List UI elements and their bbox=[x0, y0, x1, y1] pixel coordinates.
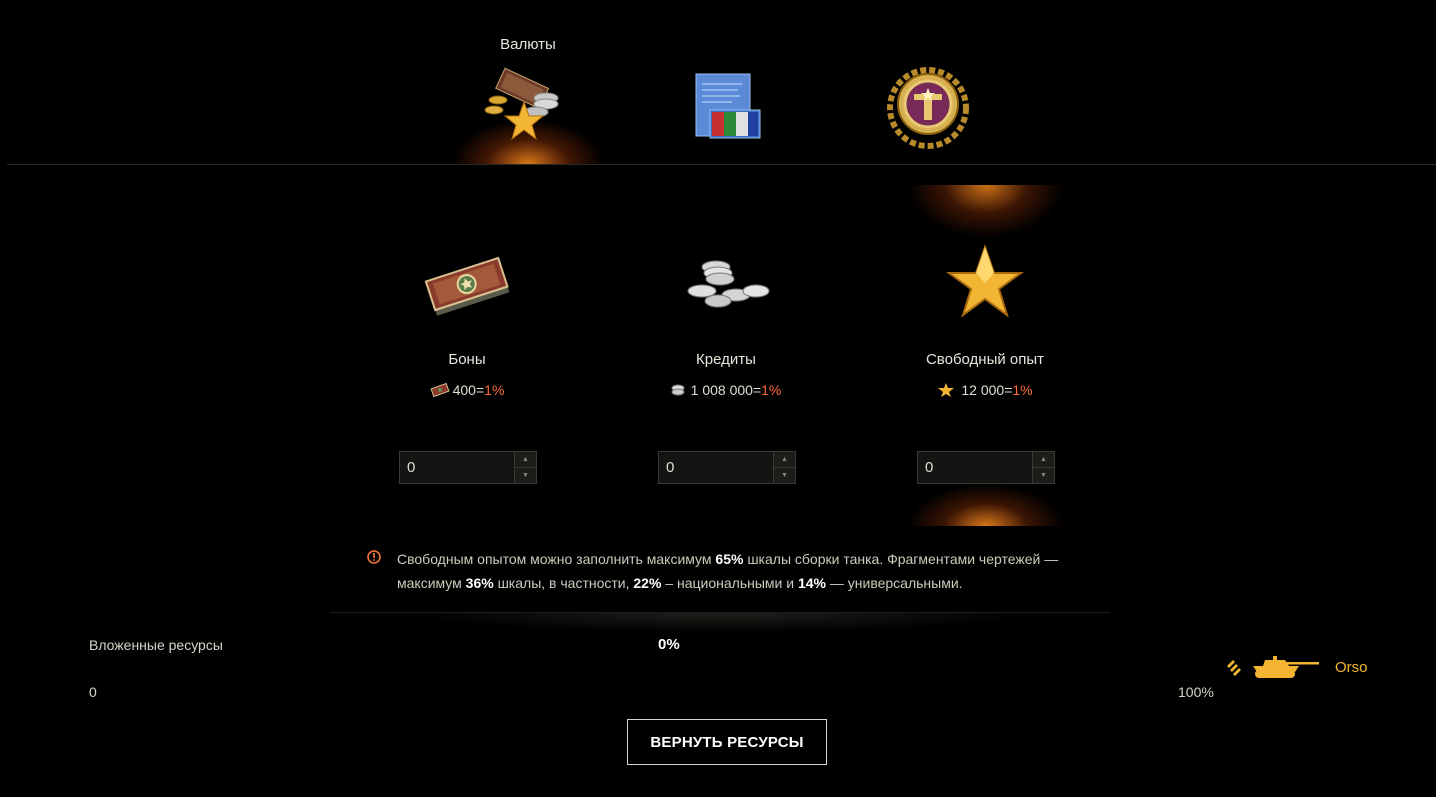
info-note: Свободным опытом можно заполнить максиму… bbox=[397, 547, 1097, 595]
credits-icon bbox=[687, 260, 770, 308]
credits-small-icon bbox=[671, 384, 685, 396]
resource-tabs: Валюты bbox=[0, 0, 1436, 165]
section-divider bbox=[330, 612, 1110, 637]
note-highlight: 36% bbox=[465, 575, 494, 591]
decrement-button[interactable]: ▼ bbox=[515, 467, 536, 483]
invested-resources-label: Вложенные ресурсы bbox=[89, 637, 223, 653]
exchange-rate: 400= 1% bbox=[357, 382, 577, 398]
tab-label-currencies: Валюты bbox=[500, 36, 556, 53]
blueprint-documents-icon bbox=[695, 73, 761, 139]
note-text: Свободным опытом можно заполнить максиму… bbox=[397, 551, 716, 567]
rank-chevrons-icon bbox=[1227, 660, 1241, 676]
exchange-rate: 1 008 000= 1% bbox=[616, 382, 836, 398]
info-icon bbox=[367, 550, 381, 564]
bonds-quantity-stepper[interactable]: ▲▼ bbox=[399, 451, 537, 484]
bonds-small-icon bbox=[430, 383, 450, 397]
decrement-button[interactable]: ▼ bbox=[1033, 467, 1054, 483]
rate-percent: 1% bbox=[761, 382, 782, 398]
rate-amount: 12 000= bbox=[961, 382, 1013, 398]
invested-percent: 0% bbox=[658, 636, 680, 653]
progress-max-label: 100% bbox=[1178, 684, 1214, 700]
currency-stack-icon bbox=[484, 67, 559, 141]
progress-min-label: 0 bbox=[89, 684, 97, 700]
return-resources-button[interactable]: ВЕРНУТЬ РЕСУРСЫ bbox=[627, 719, 827, 765]
currency-column-free-xp: Свободный опыт 12 000= 1% bbox=[875, 235, 1095, 398]
note-text: шкалы, в частности, bbox=[493, 575, 634, 591]
increment-button[interactable]: ▲ bbox=[1033, 452, 1054, 467]
credits-amount-input[interactable] bbox=[659, 452, 773, 483]
tab-emblem[interactable] bbox=[868, 60, 988, 164]
rate-percent: 1% bbox=[484, 382, 505, 398]
tab-currencies[interactable] bbox=[428, 60, 628, 164]
rate-amount: 400= bbox=[452, 382, 485, 398]
free-xp-amount-input[interactable] bbox=[918, 452, 1032, 483]
currency-name: Боны bbox=[448, 351, 486, 368]
tank-name: Orso bbox=[1335, 658, 1368, 676]
tank-silhouette-icon bbox=[1253, 656, 1319, 678]
gold-emblem-icon bbox=[887, 67, 969, 149]
increment-button[interactable]: ▲ bbox=[774, 452, 795, 467]
note-text: — универсальными. bbox=[825, 575, 963, 591]
target-tank: Orso bbox=[1225, 654, 1368, 680]
rate-percent: 1% bbox=[1012, 382, 1033, 398]
currency-name: Кредиты bbox=[696, 351, 756, 368]
decrement-button[interactable]: ▼ bbox=[774, 467, 795, 483]
note-highlight: 65% bbox=[715, 551, 744, 567]
currency-column-credits: Кредиты 1 008 000= 1% bbox=[616, 235, 836, 398]
note-text: – национальными и bbox=[661, 575, 798, 591]
free-xp-quantity-stepper[interactable]: ▲▼ bbox=[917, 451, 1055, 484]
bonds-amount-input[interactable] bbox=[400, 452, 514, 483]
increment-button[interactable]: ▲ bbox=[515, 452, 536, 467]
note-highlight: 14% bbox=[797, 575, 826, 591]
tabs-divider bbox=[7, 164, 1436, 165]
note-highlight: 22% bbox=[633, 575, 662, 591]
exchange-rate: 12 000= 1% bbox=[875, 382, 1095, 398]
credits-quantity-stepper[interactable]: ▲▼ bbox=[658, 451, 796, 484]
rate-amount: 1 008 000= bbox=[690, 382, 762, 398]
bonds-icon bbox=[424, 256, 510, 316]
currency-column-bonds: Боны 400= 1% bbox=[357, 235, 577, 398]
star-small-icon bbox=[938, 383, 955, 397]
tab-blueprints[interactable] bbox=[666, 60, 786, 164]
free-xp-star-icon bbox=[945, 243, 1025, 318]
currency-name: Свободный опыт bbox=[925, 351, 1045, 368]
